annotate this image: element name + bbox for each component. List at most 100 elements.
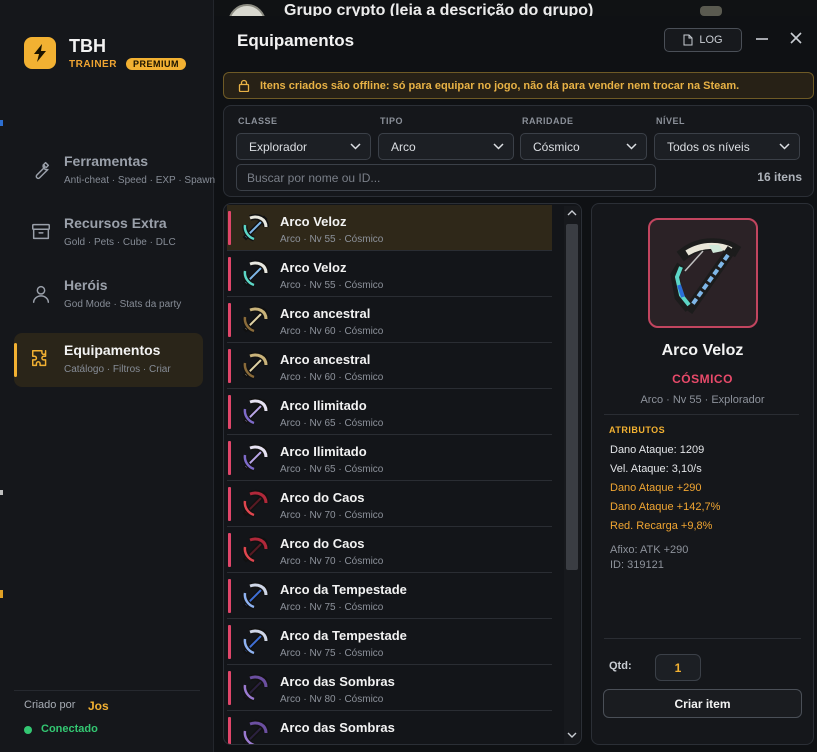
list-item[interactable]: Arco do Caos Arco · Nv 70 · Cósmico [227, 481, 552, 527]
quantity-label: Qtd: [609, 660, 632, 672]
sidebar-item-desc: God Mode · Stats da party [64, 299, 182, 310]
notice-text: Itens criados são offline: só para equip… [260, 80, 740, 92]
sidebar-item-title: Equipamentos [64, 342, 161, 358]
list-item-name: Arco das Sombras [280, 674, 395, 689]
attribute-bonus: Dano Ataque +142,7% [610, 501, 721, 513]
list-item-meta: Arco · Nv 75 · Cósmico [280, 648, 384, 659]
raridade-label: RARIDADE [522, 116, 574, 126]
list-item[interactable]: Arco Ilimitado Arco · Nv 65 · Cósmico [227, 389, 552, 435]
connection-status: Conectado [41, 723, 98, 735]
detail-rarity: CÓSMICO [672, 372, 733, 386]
scroll-up-icon[interactable] [567, 209, 577, 217]
nivel-select[interactable]: Todos os níveis [654, 133, 800, 160]
sidebar-item-herois[interactable]: Heróis God Mode · Stats da party [14, 268, 203, 322]
list-item-meta: Arco · Nv 60 · Cósmico [280, 372, 384, 383]
rarity-bar [228, 211, 231, 245]
attribute-bonus: Dano Ataque +290 [610, 482, 702, 494]
wrench-icon [35, 161, 50, 180]
shadow-bow-icon [242, 674, 269, 702]
scroll-thumb[interactable] [566, 224, 578, 570]
created-by-user: Jos [88, 699, 109, 713]
rarity-bar [228, 395, 231, 429]
list-item[interactable]: Arco ancestral Arco · Nv 60 · Cósmico [227, 297, 552, 343]
attribute-base: Dano Ataque: 1209 [610, 444, 705, 456]
list-item[interactable]: Arco Veloz Arco · Nv 55 · Cósmico [227, 251, 552, 297]
background-avatar [228, 4, 266, 16]
sidebar-item-desc: Catálogo · Filtros · Criar [64, 364, 171, 375]
detail-meta: Arco · Nv 55 · Explorador [640, 394, 765, 406]
raridade-value: Cósmico [533, 140, 580, 154]
rarity-bar [228, 717, 231, 744]
minimize-button[interactable] [752, 29, 772, 49]
list-item[interactable]: Arco Veloz Arco · Nv 55 · Cósmico [227, 205, 552, 251]
list-item-name: Arco da Tempestade [280, 628, 407, 643]
chevron-down-icon [779, 143, 790, 150]
log-button[interactable]: LOG [664, 28, 742, 52]
brand-name: TBH [69, 36, 106, 56]
sidebar-item-equipamentos[interactable]: Equipamentos Catálogo · Filtros · Criar [14, 333, 203, 387]
rarity-bar [228, 487, 231, 521]
lightning-icon [24, 37, 56, 69]
scroll-down-icon[interactable] [567, 731, 577, 739]
list-item-name: Arco Veloz [280, 260, 347, 275]
nivel-label: NÍVEL [656, 116, 686, 126]
storm-bow-icon [242, 628, 269, 656]
ancestral-bow-icon [242, 306, 269, 334]
list-item[interactable]: Arco da Tempestade Arco · Nv 75 · Cósmico [227, 573, 552, 619]
list-item-name: Arco do Caos [280, 536, 365, 551]
brand-subtitle: TRAINER [69, 59, 117, 70]
rarity-bar [228, 257, 231, 291]
close-icon [790, 32, 802, 44]
list-item-name: Arco Veloz [280, 214, 347, 229]
attributes-title: ATRIBUTOS [609, 425, 666, 435]
rarity-bar [228, 625, 231, 659]
classe-select[interactable]: Explorador [236, 133, 371, 160]
raridade-select[interactable]: Cósmico [520, 133, 647, 160]
filters-panel: CLASSE Explorador TIPO Arco RARIDADE Cós… [223, 105, 814, 197]
created-by-label: Criado por [24, 699, 76, 711]
unlimited-bow-icon [242, 444, 269, 472]
sidebar-item-recursos-extra[interactable]: Recursos Extra Gold · Pets · Cube · DLC [14, 206, 203, 260]
tipo-select[interactable]: Arco [378, 133, 514, 160]
chevron-down-icon [493, 143, 504, 150]
sidebar-item-desc: Gold · Pets · Cube · DLC [64, 237, 176, 248]
chevron-down-icon [626, 143, 637, 150]
ancestral-bow-icon [242, 352, 269, 380]
rarity-bar [228, 441, 231, 475]
list-item-meta: Arco · Nv 60 · Cósmico [280, 326, 384, 337]
list-item-meta: Arco · Nv 80 · Cósmico [280, 694, 384, 705]
unlimited-bow-icon [242, 398, 269, 426]
item-list: Arco Veloz Arco · Nv 55 · Cósmico Arco Vel… [224, 204, 564, 744]
background-chat-window: Grupo crypto (leia a descrição do grupo) [214, 0, 817, 16]
item-detail-panel: Arco Veloz CÓSMICO Arco · Nv 55 · Explor… [591, 203, 814, 745]
swift-bow-icon [242, 260, 269, 288]
list-item[interactable]: Arco do Caos Arco · Nv 70 · Cósmico [227, 527, 552, 573]
list-item[interactable]: Arco das Sombras Arco · Nv 80 · Cósmico [227, 665, 552, 711]
divider [604, 414, 799, 415]
list-item[interactable]: Arco Ilimitado Arco · Nv 65 · Cósmico [227, 435, 552, 481]
sidebar-item-title: Recursos Extra [64, 215, 167, 231]
item-preview [648, 218, 758, 328]
chevron-down-icon [350, 143, 361, 150]
search-input[interactable] [236, 164, 656, 191]
create-item-button[interactable]: Criar item [603, 689, 802, 718]
sidebar-divider [14, 690, 200, 691]
edge-artifact [0, 120, 3, 126]
attribute-base: Vel. Ataque: 3,10/s [610, 463, 702, 475]
user-icon [32, 285, 50, 303]
swift-bow-icon [670, 238, 742, 314]
list-item-name: Arco ancestral [280, 352, 371, 367]
list-item[interactable]: Arco das Sombras [227, 711, 552, 744]
app-window: Grupo crypto (leia a descrição do grupo)… [0, 0, 817, 752]
detail-item-name: Arco Veloz [661, 342, 744, 359]
list-item-meta: Arco · Nv 70 · Cósmico [280, 556, 384, 567]
list-item[interactable]: Arco ancestral Arco · Nv 60 · Cósmico [227, 343, 552, 389]
list-item[interactable]: Arco da Tempestade Arco · Nv 75 · Cósmico [227, 619, 552, 665]
list-scrollbar[interactable] [564, 206, 580, 744]
sidebar-item-ferramentas[interactable]: Ferramentas Anti-cheat · Speed · EXP · S… [14, 144, 215, 198]
close-button[interactable] [786, 28, 806, 48]
quantity-input[interactable] [655, 654, 701, 681]
rarity-bar [228, 303, 231, 337]
divider [604, 638, 801, 639]
tipo-value: Arco [391, 140, 416, 154]
